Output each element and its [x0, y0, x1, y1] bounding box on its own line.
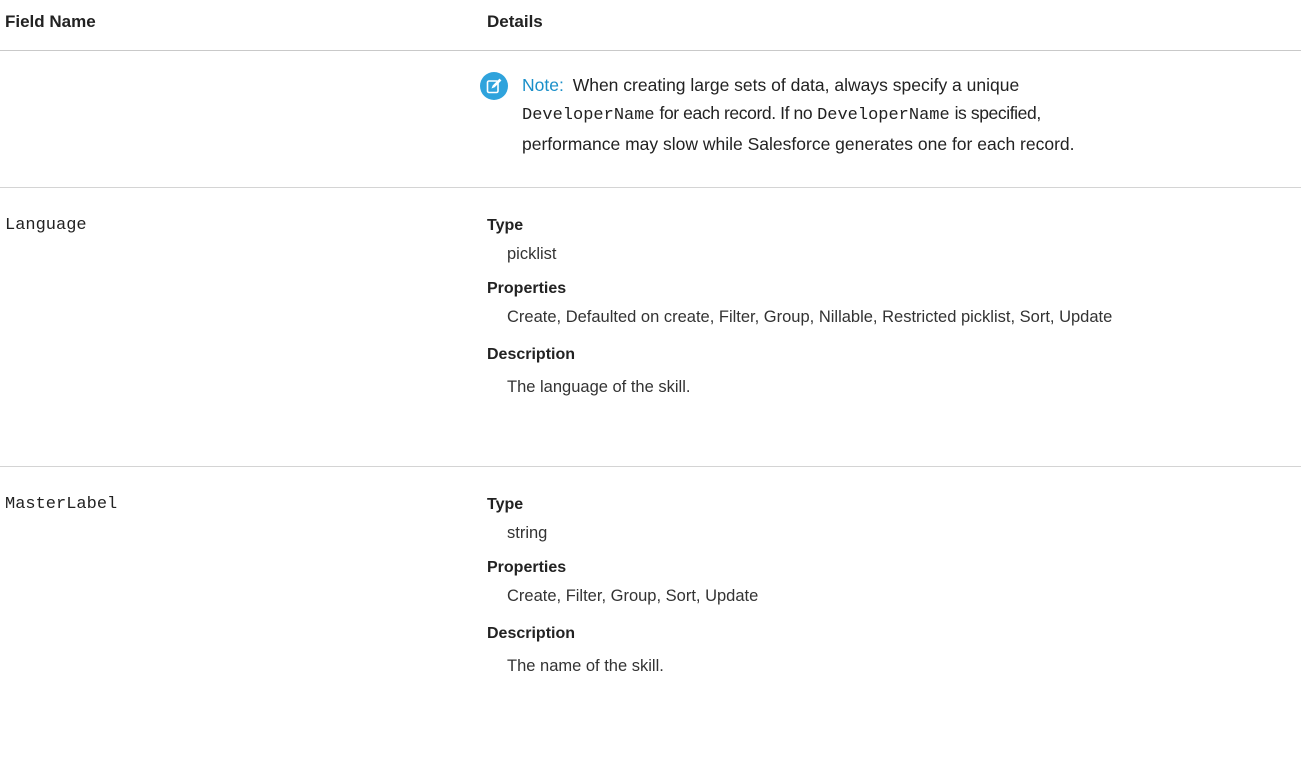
- pencil-square-icon: [486, 78, 502, 94]
- field-name-language: Language: [5, 216, 87, 235]
- note-text-part-3: is specified,: [954, 103, 1042, 123]
- properties-value: Create, Filter, Group, Sort, Update: [507, 587, 759, 605]
- description-value: The name of the skill.: [507, 657, 664, 675]
- description-section: Description The language of the skill.: [487, 346, 690, 397]
- note-text-part-4: performance may slow while Salesforce ge…: [522, 134, 1075, 154]
- note-code-developername-2: DeveloperName: [817, 106, 950, 125]
- header-details: Details: [487, 12, 543, 31]
- properties-label: Properties: [487, 280, 567, 297]
- note-text: Note: When creating large sets of data, …: [522, 71, 1292, 158]
- description-section: Description The name of the skill.: [487, 625, 664, 676]
- description-value: The language of the skill.: [507, 378, 691, 396]
- table-row: Note: When creating large sets of data, …: [0, 51, 1301, 188]
- properties-value: Create, Defaulted on create, Filter, Gro…: [507, 308, 1113, 326]
- header-field-name: Field Name: [5, 12, 96, 31]
- properties-label: Properties: [487, 559, 567, 576]
- type-label: Type: [487, 217, 524, 234]
- edit-note-icon: [480, 72, 508, 100]
- table-row: MasterLabel Type string Properties Creat…: [0, 467, 1301, 759]
- note-text-part-2: for each record. If no: [659, 103, 813, 123]
- field-table: Field Name Details Note: When creating l…: [0, 0, 1301, 759]
- properties-section: Properties Create, Defaulted on create, …: [487, 280, 1112, 327]
- type-value: string: [507, 524, 548, 542]
- note-text-part-1: When creating large sets of data, always…: [572, 75, 1020, 95]
- type-value: picklist: [507, 245, 557, 263]
- field-name-masterlabel: MasterLabel: [5, 495, 118, 514]
- properties-section: Properties Create, Filter, Group, Sort, …: [487, 559, 758, 606]
- table-header: Field Name Details: [0, 0, 1301, 51]
- type-label: Type: [487, 496, 524, 513]
- description-label: Description: [487, 625, 576, 642]
- type-section: Type picklist: [487, 217, 557, 264]
- note-code-developername-1: DeveloperName: [522, 106, 655, 125]
- description-label: Description: [487, 346, 576, 363]
- table-row: Language Type picklist Properties Create…: [0, 188, 1301, 467]
- type-section: Type string: [487, 496, 547, 543]
- note-label: Note:: [522, 75, 564, 95]
- note-callout: Note: When creating large sets of data, …: [480, 71, 1292, 158]
